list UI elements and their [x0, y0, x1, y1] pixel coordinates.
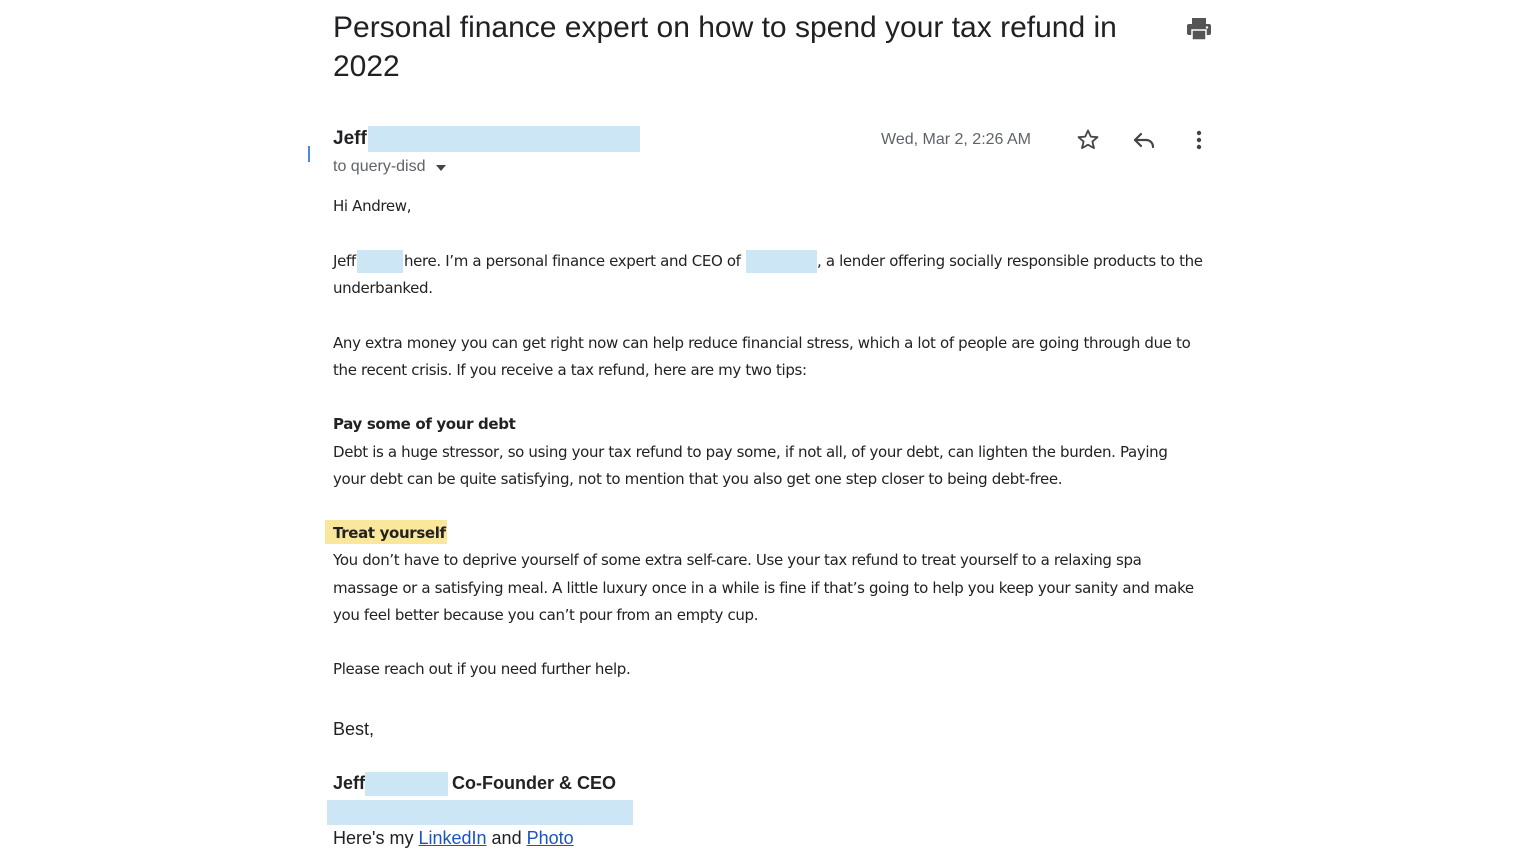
signature-links: Here's my LinkedIn and Photo	[333, 828, 574, 849]
closing-line: Please reach out if you need further hel…	[333, 660, 631, 678]
recipient-details-toggle[interactable]: to query-disd	[333, 158, 446, 176]
intro-text-continued: , a lender offering socially responsible…	[817, 252, 1203, 270]
star-button[interactable]	[1073, 125, 1103, 155]
email-date: Wed, Mar 2, 2:26 AM	[881, 131, 1031, 148]
reply-icon	[1133, 132, 1155, 149]
redacted-company-line	[327, 800, 633, 825]
chevron-down-icon	[435, 165, 446, 171]
redacted-signature-surname	[365, 772, 448, 796]
linkedin-link[interactable]: LinkedIn	[418, 828, 486, 848]
photo-link[interactable]: Photo	[527, 828, 574, 848]
signature-title: Co-Founder & CEO	[452, 773, 616, 793]
paragraph-line: Debt is a huge stressor, so using your t…	[333, 443, 1168, 461]
paragraph-line: massage or a satisfying meal. A little l…	[333, 579, 1194, 597]
links-prefix: Here's my	[333, 828, 414, 848]
redacted-sender-email	[368, 126, 640, 152]
more-vert-icon	[1196, 130, 1202, 150]
tip-heading: Treat yourself	[333, 524, 446, 542]
print-button[interactable]	[1184, 14, 1214, 44]
reply-button[interactable]	[1129, 125, 1159, 155]
redacted-surname	[357, 250, 403, 273]
paragraph-line: the recent crisis. If you receive a tax …	[333, 361, 807, 379]
scroll-indicator	[308, 146, 310, 162]
intro-name: Jeff	[333, 252, 356, 270]
links-and: and	[491, 828, 522, 848]
intro-text-end: underbanked.	[333, 279, 433, 297]
paragraph-line: your debt can be quite satisfying, not t…	[333, 470, 1063, 488]
sign-off: Best,	[333, 719, 375, 739]
paragraph-line: Any extra money you can get right now ca…	[333, 334, 1191, 352]
more-options-button[interactable]	[1184, 125, 1214, 155]
sender-name: Jeff	[333, 128, 367, 149]
print-icon	[1187, 18, 1211, 41]
greeting: Hi Andrew,	[333, 197, 412, 215]
signature-name: Jeff	[333, 773, 366, 793]
recipient-label: to query-disd	[333, 158, 426, 175]
email-subject: Personal finance expert on how to spend …	[333, 11, 1117, 83]
tip-heading: Pay some of your debt	[333, 415, 516, 433]
paragraph-line: you feel better because you can’t pour f…	[333, 606, 759, 624]
intro-text: here. I’m a personal finance expert and …	[404, 252, 741, 270]
paragraph-line: You don’t have to deprive yourself of so…	[333, 551, 1142, 569]
redacted-company	[746, 250, 817, 273]
star-icon	[1077, 129, 1099, 149]
